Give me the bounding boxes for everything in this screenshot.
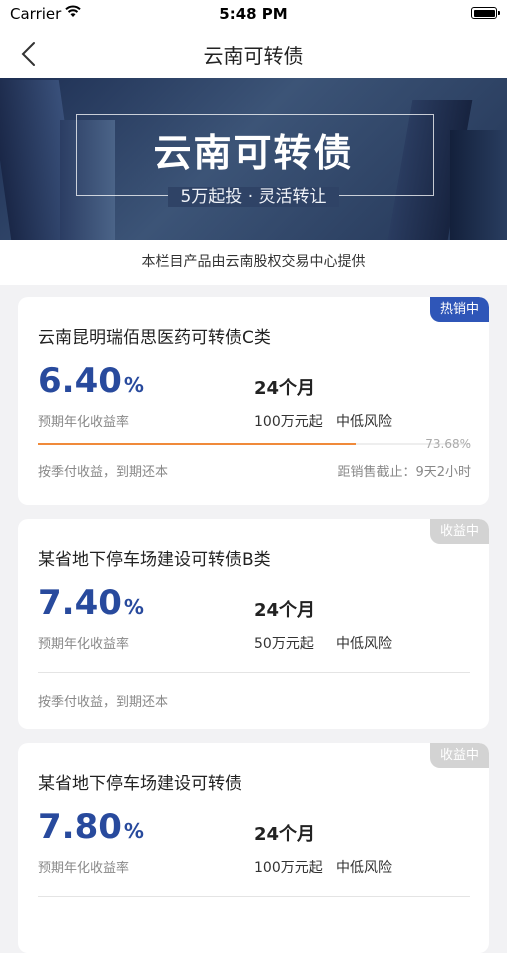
card-divider (38, 896, 470, 897)
card-divider (38, 672, 470, 673)
minimum-investment: 50万元起 (254, 636, 314, 652)
rate-label: 预期年化收益率 (38, 861, 130, 876)
minimum-investment: 100万元起 (254, 860, 323, 876)
payment-method: 按季付收益，到期还本 (38, 465, 169, 480)
status-badge: 收益中 (429, 743, 489, 768)
nav-bar: 云南可转债 (0, 28, 507, 78)
rate-unit: % (123, 373, 144, 397)
status-bar: Carrier 5:48 PM (0, 0, 507, 28)
rate-unit: % (123, 595, 144, 619)
product-term: 24个月 (254, 600, 316, 621)
status-time: 5:48 PM (219, 5, 288, 23)
page-title: 云南可转债 (203, 44, 304, 68)
product-name: 某省地下停车场建设可转债 (38, 774, 242, 794)
sales-progress-text: 73.68% (425, 437, 471, 451)
risk-level: 中低风险 (336, 636, 392, 652)
sales-progress-bar (38, 443, 470, 445)
risk-level: 中低风险 (336, 860, 392, 876)
rate-unit: % (123, 819, 144, 843)
product-name: 云南昆明瑞佰思医药可转债C类 (38, 328, 271, 348)
product-list: 热销中 云南昆明瑞佰思医药可转债C类 6.40% 预期年化收益率 24个月 10… (0, 285, 507, 953)
battery-icon (471, 7, 500, 19)
expected-rate: 7.40% (38, 583, 144, 623)
product-name: 某省地下停车场建设可转债B类 (38, 550, 271, 570)
product-card[interactable]: 收益中 某省地下停车场建设可转债 7.80% 预期年化收益率 24个月 100万… (18, 743, 489, 953)
banner-subtitle: 5万起投 · 灵活转让 (168, 187, 339, 207)
provider-note: 本栏目产品由云南股权交易中心提供 (0, 240, 507, 285)
status-badge: 热销中 (429, 297, 489, 322)
sales-deadline: 距销售截止：9天2小时 (337, 465, 471, 480)
risk-level: 中低风险 (336, 414, 392, 430)
expected-rate: 6.40% (38, 361, 144, 401)
rate-label: 预期年化收益率 (38, 415, 130, 430)
rate-label: 预期年化收益率 (38, 637, 130, 652)
product-card[interactable]: 收益中 某省地下停车场建设可转债B类 7.40% 预期年化收益率 24个月 50… (18, 519, 489, 729)
product-term: 24个月 (254, 378, 316, 399)
rate-value: 7.40 (38, 583, 122, 623)
minimum-investment: 100万元起 (254, 414, 323, 430)
product-card[interactable]: 热销中 云南昆明瑞佰思医药可转债C类 6.40% 预期年化收益率 24个月 10… (18, 297, 489, 505)
banner-title: 云南可转债 (153, 131, 354, 175)
rate-value: 7.80 (38, 807, 122, 847)
status-badge: 收益中 (429, 519, 489, 544)
banner: 云南可转债 5万起投 · 灵活转让 (0, 78, 507, 240)
product-term: 24个月 (254, 824, 316, 845)
banner-subtitle-wrap: 5万起投 · 灵活转让 (0, 182, 507, 207)
payment-method: 按季付收益，到期还本 (38, 695, 169, 710)
expected-rate: 7.80% (38, 807, 144, 847)
sales-progress-fill (38, 443, 357, 445)
rate-value: 6.40 (38, 361, 122, 401)
